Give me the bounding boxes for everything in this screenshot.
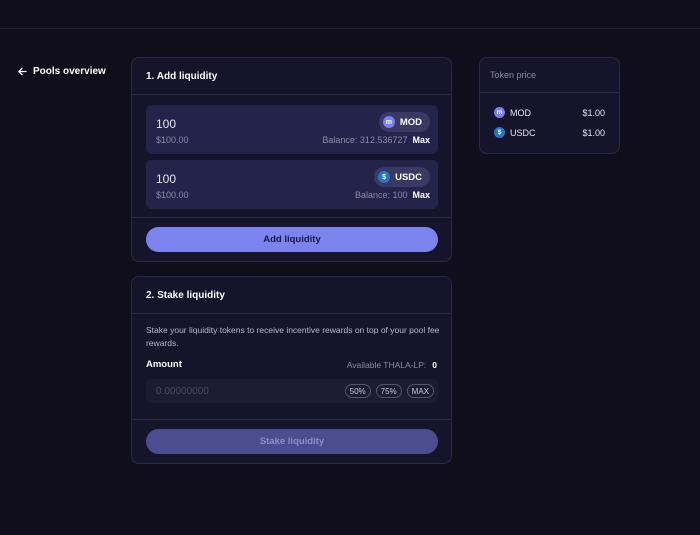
usdc-token-selector[interactable]: $ USDC: [374, 167, 430, 187]
add-liquidity-card: 1. Add liquidity 100 $100.00 m MOD Balan…: [131, 57, 452, 262]
mod-amount-box[interactable]: 100 $100.00 m MOD Balance: 312.536727 Ma…: [146, 105, 438, 154]
token-price-card: Token price m MOD $1.00 $ USDC $1.00: [479, 57, 620, 154]
mod-token-symbol: MOD: [399, 116, 422, 128]
stake-amount-field[interactable]: 50% 75% MAX: [146, 379, 438, 403]
stake-liquidity-button[interactable]: Stake liquidity: [146, 429, 438, 454]
amount-label: Amount: [146, 359, 182, 370]
pools-overview-label: Pools overview: [33, 66, 106, 77]
price-value-usdc: $1.00: [582, 127, 605, 138]
usdc-max-button[interactable]: Max: [412, 190, 430, 200]
price-symbol-usdc: USDC: [510, 127, 536, 138]
usdc-amount-input[interactable]: 100: [156, 172, 176, 186]
available-label: Available THALA-LP:: [346, 360, 427, 370]
stake-divider: [132, 419, 451, 420]
mod-usd-value: $100.00: [156, 135, 189, 145]
mod-amount-input[interactable]: 100: [156, 117, 176, 131]
pools-overview-link[interactable]: Pools overview: [18, 66, 106, 77]
pct-75-button[interactable]: 75%: [375, 384, 402, 398]
usdc-amount-box[interactable]: 100 $100.00 $ USDC Balance: 100 Max: [146, 160, 438, 209]
mod-balance: Balance: 312.536727: [322, 135, 408, 145]
mod-token-selector[interactable]: m MOD: [378, 112, 430, 132]
usdc-balance: Balance: 100: [354, 190, 408, 200]
pct-50-button[interactable]: 50%: [344, 384, 371, 398]
arrow-left-icon: [18, 67, 27, 76]
stake-amount-input[interactable]: [156, 379, 326, 403]
stake-liquidity-card: 2. Stake liquidity Stake your liquidity …: [131, 276, 452, 464]
stake-description: Stake your liquidity tokens to receive i…: [146, 325, 440, 348]
price-row-usdc: $ USDC $1.00: [494, 127, 605, 138]
add-liquidity-divider: [132, 217, 451, 218]
mod-max-button[interactable]: Max: [412, 135, 430, 145]
usdc-token-symbol: USDC: [395, 171, 422, 183]
add-liquidity-button[interactable]: Add liquidity: [146, 227, 438, 252]
price-value-mod: $1.00: [582, 107, 605, 118]
mod-token-icon: m: [382, 116, 395, 128]
price-symbol-mod: MOD: [510, 107, 531, 118]
add-liquidity-title: 1. Add liquidity: [132, 58, 451, 95]
usdc-usd-value: $100.00: [156, 190, 189, 200]
price-row-mod: m MOD $1.00: [494, 107, 605, 118]
mod-token-icon: m: [494, 107, 505, 118]
pct-max-button[interactable]: MAX: [406, 384, 434, 398]
stake-liquidity-title: 2. Stake liquidity: [132, 277, 451, 314]
top-bar: [0, 0, 700, 29]
available-value: 0: [432, 360, 437, 370]
usdc-token-icon: $: [494, 127, 505, 138]
usdc-token-icon: $: [378, 171, 391, 183]
token-price-title: Token price: [480, 58, 619, 93]
